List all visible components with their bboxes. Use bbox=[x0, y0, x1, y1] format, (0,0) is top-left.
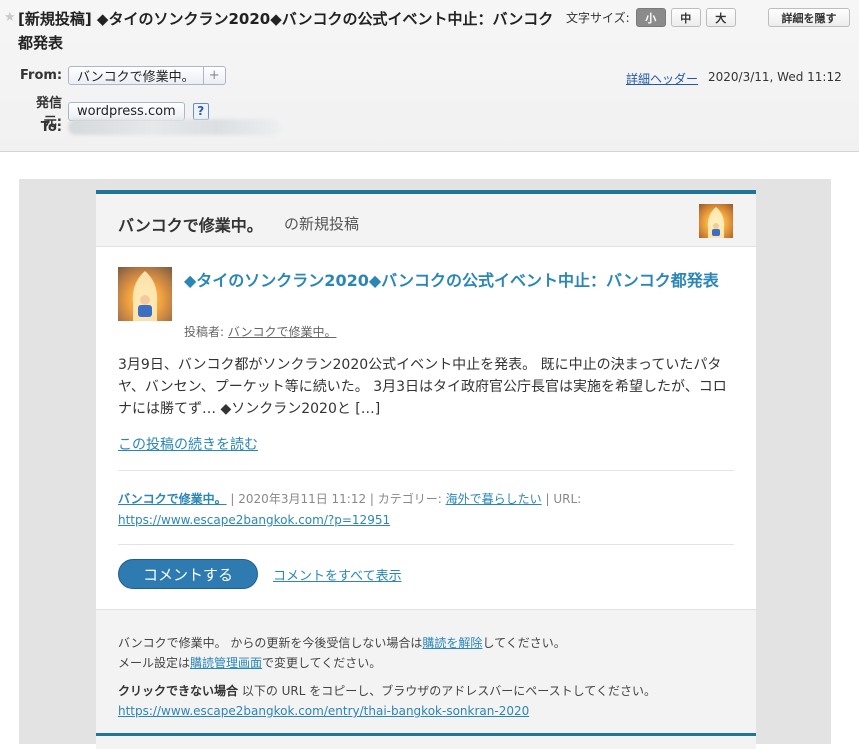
star-icon[interactable]: ★ bbox=[4, 10, 16, 25]
meta-date: | 2020年3月11日 11:12 | カテゴリー: bbox=[226, 492, 446, 506]
manage-subscriptions-link[interactable]: 購読管理画面 bbox=[190, 656, 262, 670]
email-subject: [新規投稿] ◆タイのソンクラン2020◆バンコクの公式イベント中止：バンコク都… bbox=[18, 10, 554, 52]
unsubscribe-link[interactable]: 購読を解除 bbox=[422, 636, 482, 650]
sender-help-icon[interactable]: ? bbox=[192, 102, 209, 120]
author-link[interactable]: バンコクで修業中。 bbox=[228, 325, 337, 339]
unsubscribe-text: バンコクで修業中。 からの更新を今後受信しない場合は bbox=[118, 636, 423, 650]
to-label: To: bbox=[40, 119, 62, 135]
divider bbox=[118, 544, 734, 545]
meta-url-link[interactable]: https://www.escape2bangkok.com/?p=12951 bbox=[118, 513, 390, 527]
footer-text: バンコクで修業中。 からの更新を今後受信しない場合は購読を解除してください。 メ… bbox=[118, 633, 738, 721]
settings-suffix: で変更してください。 bbox=[262, 656, 382, 670]
all-comments-link[interactable]: コメントをすべて表示 bbox=[273, 565, 402, 584]
add-contact-icon[interactable]: + bbox=[203, 66, 226, 85]
font-size-large-button[interactable]: 大 bbox=[705, 8, 736, 27]
sender-domain-pill[interactable]: wordpress.com bbox=[68, 101, 185, 121]
author-prefix: 投稿者: bbox=[184, 325, 225, 339]
from-row: From: バンコクで修業中。 + bbox=[20, 66, 226, 85]
unsubscribe-suffix: してください。 bbox=[482, 636, 566, 650]
card-header: バンコクで修業中。 の新規投稿 bbox=[96, 194, 756, 247]
font-size-controls: 文字サイズ: 小 中 大 bbox=[566, 8, 741, 27]
from-address-pill[interactable]: バンコクで修業中。 bbox=[68, 66, 204, 85]
font-size-label: 文字サイズ: bbox=[566, 11, 630, 25]
post-title-link[interactable]: ◆タイのソンクラン2020◆バンコクの公式イベント中止：バンコク都発表 bbox=[184, 268, 729, 294]
read-more-link[interactable]: この投稿の続きを読む bbox=[118, 434, 258, 454]
no-click-instructions: 以下の URL をコピーし、ブラウザのアドレスバーにペーストしてください。 bbox=[238, 684, 656, 698]
blog-name[interactable]: バンコクで修業中。 bbox=[118, 212, 263, 236]
from-label: From: bbox=[20, 68, 63, 83]
author-row: 投稿者: バンコクで修業中。 bbox=[184, 323, 336, 340]
post-url-link[interactable]: https://www.escape2bangkok.com/entry/tha… bbox=[118, 704, 529, 718]
card-footer: バンコクで修業中。 からの更新を今後受信しない場合は購読を解除してください。 メ… bbox=[96, 609, 756, 749]
to-row: To: bbox=[20, 119, 280, 135]
email-date: 2020/3/11, Wed 11:12 bbox=[708, 70, 842, 84]
detail-header-link[interactable]: 詳細ヘッダー bbox=[626, 70, 698, 87]
to-address-redacted bbox=[68, 119, 280, 135]
notification-card: バンコクで修業中。 の新規投稿 ◆タイのソンクラン2020◆バンコクの公式イベン… bbox=[96, 190, 756, 749]
card-bottom-bar bbox=[96, 733, 756, 736]
mail-header: ★ [新規投稿] ◆タイのソンクラン2020◆バンコクの公式イベント中止：バンコ… bbox=[0, 0, 859, 152]
hide-details-button[interactable]: 詳細を隠す bbox=[768, 8, 850, 27]
post-excerpt: 3月9日、バンコク都がソンクラン2020公式イベント中止を発表。 既に中止の決ま… bbox=[118, 357, 727, 417]
comment-button[interactable]: コメントする bbox=[118, 559, 258, 589]
heading-suffix: の新規投稿 bbox=[284, 215, 360, 233]
meta-category-link[interactable]: 海外で暮らしたい bbox=[446, 492, 542, 506]
meta-blog-link[interactable]: バンコクで修業中。 bbox=[118, 492, 227, 506]
no-click-label: クリックできない場合 bbox=[118, 684, 239, 698]
font-size-small-button[interactable]: 小 bbox=[635, 8, 666, 27]
font-size-medium-button[interactable]: 中 bbox=[670, 8, 701, 27]
post-meta: バンコクで修業中。 | 2020年3月11日 11:12 | カテゴリー: 海外… bbox=[118, 489, 738, 531]
settings-text: メール設定は bbox=[118, 656, 191, 670]
post-thumbnail-image[interactable] bbox=[118, 267, 172, 321]
meta-url-label: | URL: bbox=[541, 492, 582, 506]
divider bbox=[118, 470, 734, 471]
blog-avatar-image[interactable] bbox=[699, 204, 733, 238]
